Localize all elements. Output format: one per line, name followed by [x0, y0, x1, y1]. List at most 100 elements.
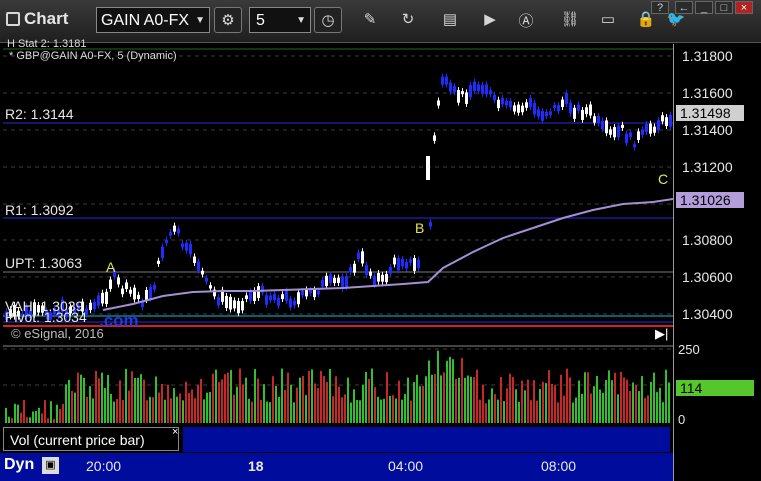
volume-bar [32, 411, 34, 423]
candle-body [177, 228, 180, 234]
volume-bar [239, 368, 241, 423]
volume-bar [527, 379, 529, 423]
candle-body [269, 295, 272, 301]
candle-body [557, 105, 560, 112]
candle-body [501, 97, 504, 105]
volume-bar [596, 375, 598, 423]
link-icon[interactable]: ⛓ [560, 10, 580, 28]
candle-body [429, 222, 432, 227]
expand-icon[interactable]: ▶| [655, 326, 668, 342]
volume-bar [266, 401, 268, 423]
candle-body [133, 287, 136, 300]
candle-body [169, 232, 172, 236]
interval-input[interactable]: 5 ▼ [249, 7, 311, 33]
volume-chart-svg [3, 348, 673, 423]
candle-body [305, 289, 308, 297]
close-study-icon[interactable]: × [172, 426, 178, 438]
time-mode-label[interactable]: Dyn [4, 456, 34, 474]
volume-bar [155, 376, 157, 423]
volume-bar [122, 399, 124, 423]
help-button[interactable]: ? [651, 1, 669, 14]
volume-bar [167, 384, 169, 423]
volume-study-tab[interactable]: Vol (current price bar) [3, 427, 179, 451]
volume-bar [65, 384, 67, 423]
candle-body [337, 277, 340, 283]
volume-bar [317, 388, 319, 423]
back-button[interactable]: ← [675, 1, 693, 14]
candle-body [349, 267, 352, 273]
alert-icon[interactable]: Ⓐ [516, 10, 536, 31]
price-chart[interactable]: H Stat 2: 1.3181 * GBP@GAIN A0-FX, 5 (Dy… [3, 38, 674, 344]
volume-bar [437, 350, 439, 423]
volume-bar [257, 378, 259, 423]
study-title: * GBP@GAIN A0-FX, 5 (Dynamic) [9, 50, 177, 62]
candle-body [97, 295, 100, 306]
symbol-input[interactable]: GAIN A0-FX ▼ [96, 7, 210, 33]
candle-body [633, 144, 636, 148]
interval-dropdown-icon[interactable]: ▼ [296, 8, 306, 34]
volume-bar [89, 386, 91, 423]
candle-body [613, 127, 616, 138]
volume-bar [503, 401, 505, 423]
volume-bar [338, 386, 340, 423]
window-title-text: Chart [24, 9, 69, 28]
volume-bar [227, 372, 229, 423]
volume-bar [35, 410, 37, 423]
price-tick: 1.31600 [682, 85, 733, 101]
candle-body [449, 82, 452, 92]
volume-bar [536, 400, 538, 423]
clock-icon[interactable]: ◷ [314, 7, 342, 33]
candle-body [157, 260, 160, 264]
settings-gear-icon[interactable]: ⚙ [214, 7, 242, 33]
candle-body [589, 104, 592, 116]
candle-body [329, 274, 332, 283]
volume-bar [506, 388, 508, 423]
time-settings-icon[interactable]: ▣ [42, 457, 59, 474]
volume-bar [602, 392, 604, 423]
volume-bar [410, 400, 412, 423]
candle-body [153, 284, 156, 290]
price-tick: 1.31400 [682, 122, 733, 138]
candles [5, 73, 672, 324]
refresh-icon[interactable]: ↻ [398, 10, 418, 28]
volume-bar [125, 368, 127, 423]
candle-body [417, 259, 420, 269]
volume-bar [323, 376, 325, 423]
maximize-button[interactable]: □ [715, 1, 733, 14]
volume-bar [248, 398, 250, 423]
minimize-button[interactable]: _ [695, 1, 713, 14]
candle-body [233, 300, 236, 309]
volume-bar [98, 378, 100, 423]
candle-body [193, 256, 196, 263]
close-button[interactable]: × [735, 1, 753, 14]
volume-bar [449, 356, 451, 423]
price-axis[interactable]: 1.31800 1.31600 1.31498 1.31400 1.31200 … [673, 44, 761, 481]
chart-window-icon [6, 12, 20, 26]
volume-bar [461, 358, 463, 423]
get-data-icon[interactable]: ▤ [440, 10, 460, 28]
volume-bar [389, 395, 391, 423]
volume-bar [659, 387, 661, 423]
volume-bar [203, 399, 205, 423]
candle-body [493, 94, 496, 101]
volume-bar [215, 369, 217, 423]
volume-bar [611, 380, 613, 423]
symbol-dropdown-icon[interactable]: ▼ [195, 8, 205, 34]
candle-body [477, 84, 480, 92]
volume-bar [311, 369, 313, 423]
volume-chart[interactable] [3, 347, 673, 425]
volume-bar [539, 388, 541, 423]
volume-bar [362, 384, 364, 423]
candle-body [93, 301, 96, 310]
candle-body [357, 252, 360, 260]
price-tick: 1.30400 [682, 306, 733, 322]
chat-icon[interactable]: ▭ [598, 10, 618, 28]
price-tick: 1.30800 [682, 232, 733, 248]
price-tick: 1.31800 [682, 48, 733, 64]
volume-bar [11, 418, 13, 423]
volume-bar [620, 371, 622, 423]
candle-body [401, 258, 404, 267]
watermark-text: .com [99, 311, 139, 330]
pencil-icon[interactable]: ✎ [360, 10, 380, 28]
play-icon[interactable]: ▶ [480, 10, 500, 28]
